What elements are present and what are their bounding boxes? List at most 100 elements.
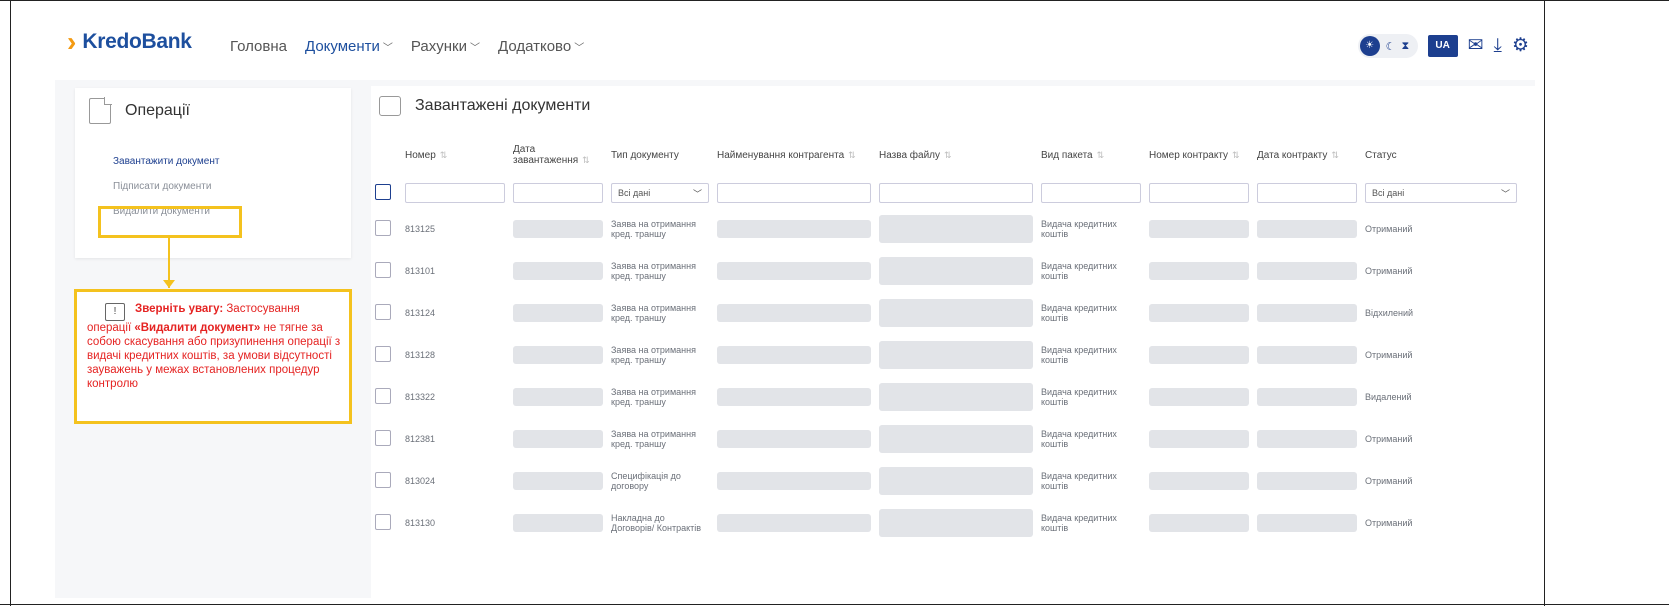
redacted-cell xyxy=(717,430,871,448)
select-all-checkbox[interactable] xyxy=(375,183,391,200)
logo[interactable]: › KredoBank xyxy=(67,28,192,56)
col-header-contract-date[interactable]: Дата контракту ⇅ xyxy=(1253,132,1361,178)
documents-panel: Завантажені документи Номер ⇅ Дата завант… xyxy=(371,86,1535,598)
table-header-row: Номер ⇅ Дата завантаження ⇅ Тип документу … xyxy=(371,132,1521,178)
row-doc-type: Заява на отримання кред. траншу xyxy=(611,219,696,239)
redacted-cell xyxy=(513,388,603,406)
table-row[interactable]: 813128 Заява на отримання кред. траншу В… xyxy=(371,334,1521,376)
download-icon[interactable]: ⤓ xyxy=(1494,36,1502,56)
logo-text: KredoBank xyxy=(82,30,192,53)
col-header-number[interactable]: Номер ⇅ xyxy=(401,132,509,178)
redacted-cell xyxy=(1257,472,1357,490)
redacted-cell xyxy=(1149,388,1249,406)
row-checkbox[interactable] xyxy=(375,513,391,530)
table-row[interactable]: 813125 Заява на отримання кред. траншу В… xyxy=(371,208,1521,250)
table-row[interactable]: 812381 Заява на отримання кред. траншу В… xyxy=(371,418,1521,460)
redacted-cell xyxy=(879,425,1033,453)
row-status: Отриманий xyxy=(1365,350,1413,360)
redacted-cell xyxy=(1257,514,1357,532)
sort-icon: ⇅ xyxy=(944,149,952,160)
filter-number-input[interactable] xyxy=(405,183,505,203)
language-button[interactable]: UA xyxy=(1427,35,1458,57)
col-header-file-name[interactable]: Назва файлу ⇅ xyxy=(875,132,1037,178)
row-package: Видача кредитних коштів xyxy=(1041,345,1117,365)
sort-icon: ⇅ xyxy=(1096,149,1105,160)
gear-icon[interactable]: ⚙ xyxy=(1512,36,1529,56)
redacted-cell xyxy=(879,509,1033,537)
redacted-cell xyxy=(1149,430,1249,448)
redacted-cell xyxy=(717,388,871,406)
sign-documents-link[interactable]: Підписати документи xyxy=(113,181,219,192)
row-checkbox[interactable] xyxy=(375,303,391,320)
redacted-cell xyxy=(1257,304,1357,322)
row-status: Отриманий xyxy=(1365,476,1413,486)
redacted-cell xyxy=(1257,220,1357,238)
row-number: 813322 xyxy=(405,392,436,402)
table-row[interactable]: 813130 Накладна до Договорів/ Контрактів… xyxy=(371,502,1521,544)
table-row[interactable]: 813101 Заява на отримання кред. траншу В… xyxy=(371,250,1521,292)
sort-icon: ⇅ xyxy=(439,149,448,160)
mail-icon[interactable]: ✉ xyxy=(1468,36,1484,56)
filter-row: Всі дані ﹀ Всі дані ﹀ xyxy=(371,178,1521,208)
col-header-doc-type[interactable]: Тип документу xyxy=(607,132,713,178)
nav-label: Головна xyxy=(230,38,287,55)
row-doc-type: Заява на отримання кред. траншу xyxy=(611,345,696,365)
row-number: 813101 xyxy=(405,266,436,276)
moon-icon: ☾ xyxy=(1385,40,1396,53)
redacted-cell xyxy=(717,346,871,364)
filter-package-input[interactable] xyxy=(1041,183,1141,203)
redacted-cell xyxy=(513,514,603,532)
nav-item-accounts[interactable]: Рахунки ﹀ xyxy=(411,38,480,55)
row-checkbox[interactable] xyxy=(375,429,391,446)
filter-filename-input[interactable] xyxy=(879,183,1033,203)
upload-document-link[interactable]: Завантажити документ xyxy=(113,156,219,167)
filter-contract-date-input[interactable] xyxy=(1257,183,1357,203)
col-header-status[interactable]: Статус xyxy=(1361,132,1521,178)
redacted-cell xyxy=(1149,262,1249,280)
redacted-cell xyxy=(513,346,603,364)
sort-icon: ⇅ xyxy=(1232,149,1240,160)
redacted-cell xyxy=(879,383,1033,411)
nav-item-home[interactable]: Головна xyxy=(230,38,287,55)
redacted-cell xyxy=(513,304,603,322)
col-header-contract-number[interactable]: Номер контракту ⇅ xyxy=(1145,132,1253,178)
table-row[interactable]: 813124 Заява на отримання кред. траншу В… xyxy=(371,292,1521,334)
filter-contract-number-input[interactable] xyxy=(1149,183,1249,203)
chevron-down-icon: ﹀ xyxy=(692,188,702,199)
table-row[interactable]: 813024 Специфікація до договору Видача к… xyxy=(371,460,1521,502)
redacted-cell xyxy=(717,514,871,532)
nav-item-additional[interactable]: Додатково ﹀ xyxy=(498,38,584,55)
redacted-cell xyxy=(1149,514,1249,532)
redacted-cell xyxy=(1257,346,1357,364)
row-checkbox[interactable] xyxy=(375,219,391,236)
filter-type-select[interactable]: Всі дані ﹀ xyxy=(611,183,709,203)
hourglass-icon: ⧗ xyxy=(1401,39,1410,52)
row-number: 812381 xyxy=(405,434,436,444)
col-header-package-type[interactable]: Вид пакета ⇅ xyxy=(1037,132,1145,178)
theme-toggle[interactable]: ☀ ☾ ⧗ xyxy=(1357,34,1418,58)
redacted-cell xyxy=(1257,430,1357,448)
redacted-cell xyxy=(717,304,871,322)
filter-date-input[interactable] xyxy=(513,183,603,203)
row-checkbox[interactable] xyxy=(375,471,391,488)
redacted-cell xyxy=(879,299,1033,327)
row-checkbox[interactable] xyxy=(375,345,391,362)
row-status: Видалений xyxy=(1365,392,1412,402)
filter-status-select[interactable]: Всі дані ﹀ xyxy=(1365,183,1517,203)
col-header-counterparty[interactable]: Найменування контрагента ⇅ xyxy=(713,132,875,178)
nav-item-documents[interactable]: Документи ﹀ xyxy=(305,38,393,55)
redacted-cell xyxy=(1257,262,1357,280)
callout-arrow xyxy=(163,280,175,288)
table-row[interactable]: 813322 Заява на отримання кред. траншу В… xyxy=(371,376,1521,418)
col-header-upload-date[interactable]: Дата завантаження ⇅ xyxy=(509,132,607,178)
chevron-down-icon: ﹀ xyxy=(1500,188,1510,199)
filter-counterparty-input[interactable] xyxy=(717,183,871,203)
row-number: 813128 xyxy=(405,350,436,360)
panel-title: Операції xyxy=(125,102,190,119)
row-doc-type: Заява на отримання кред. траншу xyxy=(611,303,696,323)
row-checkbox[interactable] xyxy=(375,261,391,278)
redacted-cell xyxy=(1149,472,1249,490)
row-doc-type: Специфікація до договору xyxy=(611,471,681,491)
documents-table: Номер ⇅ Дата завантаження ⇅ Тип документу … xyxy=(371,132,1521,544)
row-checkbox[interactable] xyxy=(375,387,391,404)
